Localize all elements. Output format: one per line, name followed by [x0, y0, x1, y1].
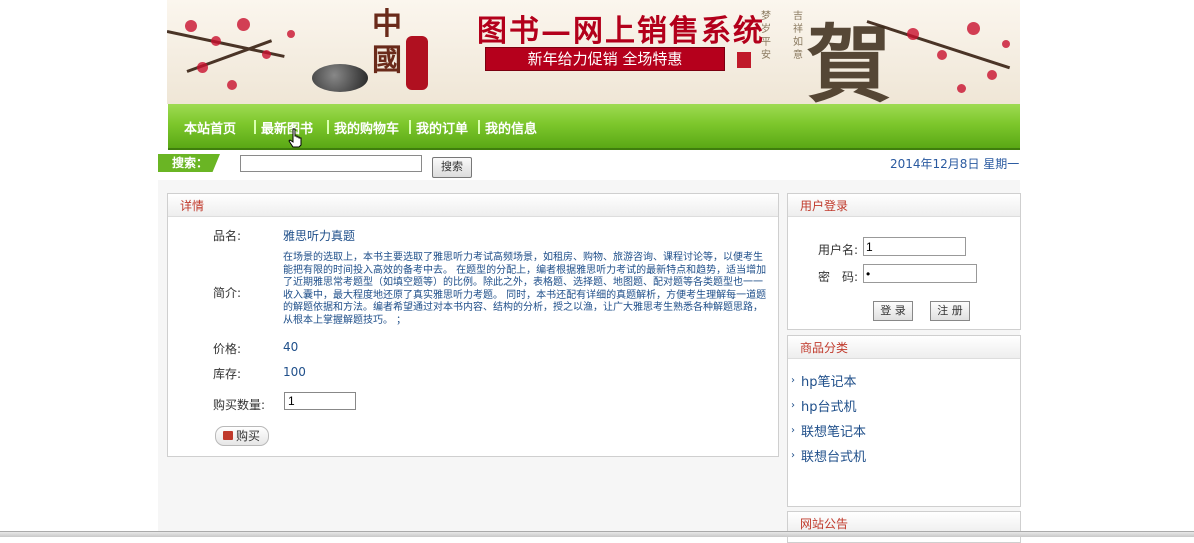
desc-label: 简介: — [213, 286, 242, 300]
window-bottom-edge — [0, 531, 1194, 537]
site-title: 图书—网上销售系统 — [477, 14, 765, 49]
blossom-decoration — [937, 50, 947, 60]
blossom-decoration — [262, 50, 271, 59]
category-link[interactable]: 联想笔记本 — [801, 421, 866, 440]
blossom-decoration — [287, 30, 295, 38]
he-calligraphy: 賀 — [807, 15, 892, 104]
nav-my-info[interactable]: 我的信息 — [485, 118, 537, 137]
poem-column: 梦岁平安 — [761, 11, 771, 61]
inkstone-decoration — [312, 64, 368, 92]
blossom-decoration — [957, 84, 966, 93]
category-link[interactable]: 联想台式机 — [801, 446, 866, 465]
nav-separator — [254, 120, 256, 134]
password-label: 密 码: — [818, 270, 859, 284]
panel-header: 商品分类 — [788, 336, 1020, 359]
username-label: 用户名: — [818, 243, 859, 257]
current-date: 2014年12月8日 星期一 — [890, 157, 1020, 171]
nav-new-books[interactable]: 最新图书 — [261, 118, 313, 137]
blossom-decoration — [197, 62, 208, 73]
blossom-decoration — [227, 80, 237, 90]
search-label: 搜索： — [158, 154, 220, 172]
poem-column: 吉祥如意 — [793, 11, 803, 61]
book-description: 在场景的选取上，本书主要选取了雅思听力考试高频场景，如租房、购物、旅游咨询、课程… — [283, 252, 767, 326]
logo-char: 國 — [372, 43, 402, 78]
notice-panel: 网站公告 — [787, 511, 1021, 543]
password-input[interactable] — [863, 264, 977, 283]
bullet-icon: › — [791, 400, 795, 411]
bullet-icon: › — [791, 450, 795, 461]
buy-button-label: 购买 — [236, 429, 261, 443]
zhongguo-logo: 中 國 — [372, 8, 430, 98]
site-banner: 中 國 图书—网上销售系统 新年给力促销 全场特惠 梦岁平安 吉祥如意 賀 — [167, 0, 1020, 104]
login-button[interactable]: 登 录 — [873, 301, 913, 321]
nav-cart[interactable]: 我的购物车 — [334, 118, 399, 137]
blossom-decoration — [1002, 40, 1010, 48]
panel-header: 用户登录 — [788, 194, 1020, 217]
nav-home[interactable]: 本站首页 — [184, 118, 236, 137]
bullet-icon: › — [791, 375, 795, 386]
bullet-icon: › — [791, 425, 795, 436]
price-label: 价格: — [213, 342, 242, 356]
book-price: 40 — [283, 340, 299, 354]
search-input[interactable] — [240, 155, 422, 172]
quantity-input[interactable] — [284, 392, 356, 410]
search-button[interactable]: 搜索 — [432, 157, 472, 178]
category-link[interactable]: hp台式机 — [801, 396, 857, 415]
promo-banner: 新年给力促销 全场特惠 — [485, 47, 725, 71]
buy-button[interactable]: 购买 — [215, 426, 269, 446]
blossom-decoration — [211, 36, 221, 46]
panel-header: 详情 — [168, 194, 778, 217]
hand-cursor-icon — [288, 128, 302, 148]
category-link[interactable]: hp笔记本 — [801, 371, 857, 390]
nav-orders[interactable]: 我的订单 — [416, 118, 468, 137]
blossom-decoration — [907, 28, 919, 40]
blossom-decoration — [185, 20, 197, 32]
red-seal-decoration — [406, 36, 428, 90]
seal-decoration — [737, 52, 751, 68]
logo-char: 中 — [372, 7, 402, 42]
blossom-decoration — [967, 22, 980, 35]
qty-label: 购买数量: — [213, 398, 266, 412]
book-stock: 100 — [283, 365, 306, 379]
name-label: 品名: — [213, 229, 242, 243]
cart-icon — [223, 431, 233, 440]
nav-separator — [478, 120, 480, 134]
stock-label: 库存: — [213, 367, 242, 381]
username-input[interactable] — [863, 237, 966, 256]
nav-separator — [409, 120, 411, 134]
blossom-decoration — [987, 70, 997, 80]
register-button[interactable]: 注 册 — [930, 301, 970, 321]
blossom-decoration — [237, 18, 250, 31]
book-name: 雅思听力真题 — [283, 229, 356, 243]
nav-separator — [327, 120, 329, 134]
